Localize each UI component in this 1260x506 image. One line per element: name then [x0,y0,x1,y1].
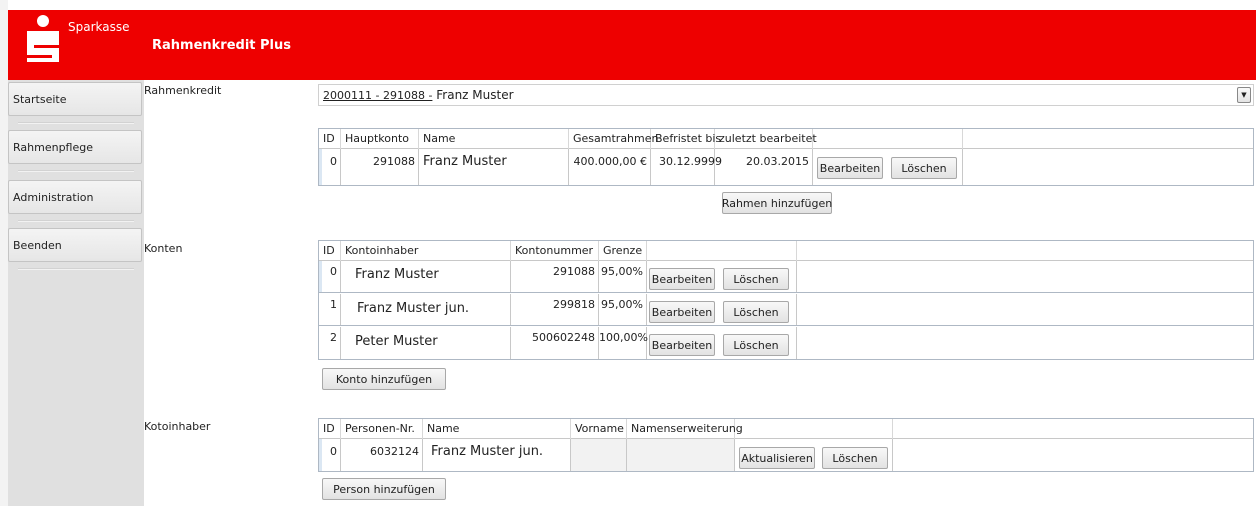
konten-label: Konten [144,242,183,255]
delete-button[interactable]: Löschen [891,157,957,179]
add-konto-button[interactable]: Konto hinzufügen [322,368,446,390]
cell-personen-nr: 6032124 [341,439,423,471]
cell-name: Franz Muster jun. [423,439,571,471]
cell-id: 0 [319,439,341,471]
column-header: Hauptkonto [341,129,419,149]
cell-vorname [571,439,627,471]
table-row[interactable]: 2 Peter Muster 500602248 100,00% Bearbei… [319,327,1253,359]
column-header: ID [319,129,341,149]
sidebar-item-startseite[interactable]: Startseite [8,82,142,116]
sidebar-divider [18,268,134,270]
edit-button[interactable]: Bearbeiten [817,157,883,179]
sidebar-divider [18,220,134,222]
column-header: Kontonummer [511,241,599,261]
delete-button[interactable]: Löschen [723,268,789,290]
column-header: Vorname [571,419,627,439]
rahmenkredit-label: Rahmenkredit [144,84,222,97]
app-title: Rahmenkredit Plus [152,38,292,53]
cell-kontoinhaber: Franz Muster jun. [341,294,511,325]
cell-befristet: 30.12.9999 [651,149,722,185]
rahmen-table: ID Hauptkonto Name Gesamtrahmen Befriste… [318,128,1254,186]
edit-button[interactable]: Bearbeiten [649,334,715,356]
column-header: Kontoinhaber [341,241,511,261]
sidebar-item-label: Rahmenpflege [13,140,93,154]
cell-id: 1 [319,294,341,325]
column-header: ID [319,241,341,261]
kontoinhaber-label: Kotoinhaber [144,420,211,433]
sidebar-item-label: Administration [13,190,94,204]
table-row[interactable]: 0 Franz Muster 291088 95,00% Bearbeiten … [319,261,1253,293]
column-header: Grenze [599,241,647,261]
cell-bearbeitet: 20.03.2015 [715,149,813,185]
kontoinhaber-table: ID Personen-Nr. Name Vorname Namenserwei… [318,418,1254,472]
sidebar-divider [18,170,134,172]
cell-hauptkonto: 291088 [341,149,419,185]
column-header: Personen-Nr. [341,419,423,439]
brand-name: Sparkasse [68,20,130,34]
sidebar-divider [18,122,134,124]
edit-button[interactable]: Bearbeiten [649,268,715,290]
delete-button[interactable]: Löschen [723,301,789,323]
sidebar-item-beenden[interactable]: Beenden [8,228,142,262]
edit-button[interactable]: Bearbeiten [649,301,715,323]
table-header: ID Personen-Nr. Name Vorname Namenserwei… [319,419,1253,439]
cell-kontoinhaber: Franz Muster [341,261,511,292]
sidebar-item-rahmenpflege[interactable]: Rahmenpflege [8,130,142,164]
update-button[interactable]: Aktualisieren [739,447,815,469]
column-header: Namenserweiterung [627,419,743,439]
column-header: Name [423,419,571,439]
cell-kontonummer: 500602248 [511,327,599,359]
column-header: zuletzt bearbeitet [715,129,817,149]
sidebar-item-administration[interactable]: Administration [8,180,142,214]
add-person-button[interactable]: Person hinzufügen [322,478,446,500]
sidebar: Startseite Rahmenpflege Administration B… [8,80,144,506]
sidebar-item-label: Beenden [13,238,62,252]
add-rahmen-button[interactable]: Rahmen hinzufügen [722,192,832,214]
column-header: Name [419,129,569,149]
cell-grenze: 95,00% [599,294,647,325]
sparkasse-logo-icon [27,15,59,62]
cell-kontonummer: 291088 [511,261,599,292]
cell-kontoinhaber: Peter Muster [341,327,511,359]
column-header: Gesamtrahmen [569,129,658,149]
column-header: ID [319,419,341,439]
column-header: Befristet bis [651,129,721,149]
konten-table: ID Kontoinhaber Kontonummer Grenze 0 Fra… [318,240,1254,360]
cell-id: 0 [319,261,341,292]
selected-credit-number: 2000111 - 291088 - [323,89,433,102]
cell-id: 2 [319,327,341,359]
app-header: Sparkasse Rahmenkredit Plus [8,10,1256,80]
table-header: ID Kontoinhaber Kontonummer Grenze [319,241,1253,261]
table-row[interactable]: 1 Franz Muster jun. 299818 95,00% Bearbe… [319,294,1253,326]
cell-grenze: 95,00% [599,261,647,292]
cell-grenze: 100,00% [599,327,648,359]
table-header: ID Hauptkonto Name Gesamtrahmen Befriste… [319,129,1253,149]
rahmenkredit-select[interactable]: 2000111 - 291088 - Franz Muster ▼ [318,84,1254,106]
delete-button[interactable]: Löschen [723,334,789,356]
cell-namenserweiterung [627,439,735,471]
cell-kontonummer: 299818 [511,294,599,325]
cell-name: Franz Muster [419,149,569,185]
chevron-down-icon[interactable]: ▼ [1237,87,1251,103]
table-row[interactable]: 0 291088 Franz Muster 400.000,00 € 30.12… [319,149,1253,185]
selected-credit-name: Franz Muster [436,88,514,102]
sidebar-item-label: Startseite [13,92,67,106]
table-row[interactable]: 0 6032124 Franz Muster jun. Aktualisiere… [319,439,1253,471]
cell-gesamtrahmen: 400.000,00 € [569,149,651,185]
window-edge [0,0,8,506]
delete-button[interactable]: Löschen [822,447,888,469]
cell-id: 0 [319,149,341,185]
